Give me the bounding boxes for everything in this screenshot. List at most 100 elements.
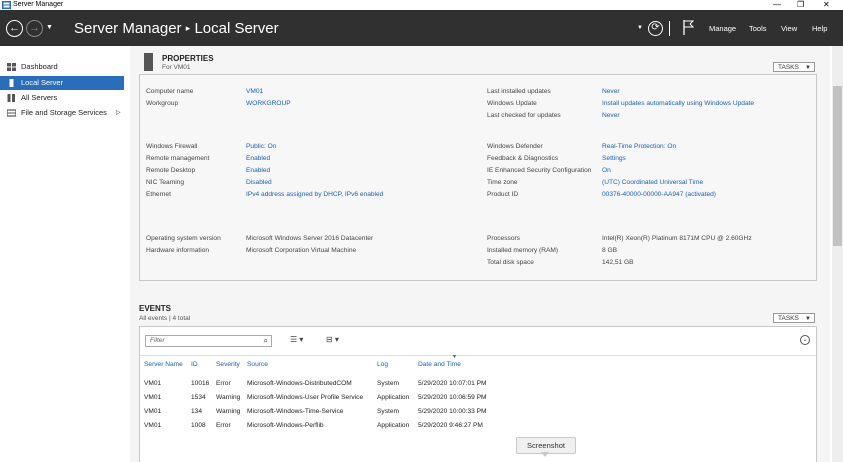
property-value[interactable]: On [602,167,611,174]
table-cell: 134 [191,408,203,415]
column-header[interactable]: Server Name [144,361,183,368]
events-filter-input[interactable]: Filter ⌕ [145,335,272,347]
property-value[interactable]: 00376-40000-00000-AA947 (activated) [602,191,716,198]
property-value[interactable]: Never [602,88,620,95]
column-header[interactable]: Log [377,361,388,368]
servers-icon [7,94,15,102]
property-label: NIC Teaming [146,179,184,186]
property-value[interactable]: Disabled [246,179,272,186]
table-row[interactable]: VM01 1008 Error Microsoft-Windows-Perflib Ap… [140,420,500,432]
column-header[interactable]: Date and Time [418,361,461,368]
property-value[interactable]: Public: On [246,143,276,150]
sidebar-item-label: File and Storage Services [21,108,107,117]
property-label: Windows Defender [487,143,543,150]
table-cell: 5/29/2020 10:00:33 PM [418,408,487,415]
property-value[interactable]: Settings [602,155,626,162]
tasks-label: TASKS [778,315,799,322]
close-button[interactable]: ✕ [823,0,830,10]
table-row[interactable]: VM01 1534 Warning Microsoft-Windows-User Pr… [140,392,500,404]
property-label: Product ID [487,191,519,198]
chevron-down-icon: ▼ [805,316,811,322]
app-header: ← → ▼ Server Manager ▸ Local Server ▼ ⟳ … [0,10,843,46]
property-label: Computer name [146,88,194,95]
refresh-button[interactable]: ⟳ [648,21,663,36]
property-label: Workgroup [146,100,179,107]
main-content: PROPERTIES For VM01 TASKS ▼ Computer name… [130,46,830,462]
filter-options-button[interactable]: ☰ ▾ [290,335,303,344]
save-query-icon: ⊟ ▾ [326,335,339,344]
property-value[interactable]: Real-Time Protection: On [602,143,676,150]
sidebar-item-label: All Servers [21,93,58,102]
table-cell: 10016 [191,380,210,387]
menu-tools[interactable]: Tools [749,24,767,33]
property-label: Last installed updates [487,88,551,95]
table-cell: VM01 [144,394,162,401]
property-value: 142,51 GB [602,259,634,266]
table-cell: 1008 [191,422,206,429]
table-cell: VM01 [144,408,162,415]
filter-placeholder: Filter [150,337,165,344]
menu-view[interactable]: View [781,24,797,33]
breadcrumb-separator-icon: ▸ [185,23,191,33]
property-value[interactable]: (UTC) Coordinated Universal Time [602,179,703,186]
property-value: Microsoft Windows Server 2016 Datacenter [246,235,374,242]
column-header[interactable]: Source [247,361,268,368]
scrollbar-thumb[interactable] [833,86,842,246]
table-cell: Error [216,380,231,387]
property-label: Windows Update [487,100,537,107]
menu-help[interactable]: Help [812,24,827,33]
sidebar-item-dashboard[interactable]: Dashboard [0,60,124,74]
property-label: Processors [487,235,520,242]
sidebar-item-all-servers[interactable]: All Servers [0,91,124,105]
breadcrumb-root[interactable]: Server Manager [74,20,182,37]
vertical-scrollbar[interactable] [832,46,843,462]
column-header[interactable]: ID [191,361,198,368]
sidebar-item-file-storage[interactable]: File and Storage Services ▷ [0,106,124,120]
history-dropdown-icon[interactable]: ▼ [46,24,53,31]
property-label: Installed memory (RAM) [487,247,559,254]
minimize-button[interactable]: — [773,0,781,10]
property-value[interactable]: Install updates automatically using Wind… [602,100,754,107]
table-row[interactable]: VM01 134 Warning Microsoft-Windows-Time-Ser… [140,406,500,418]
properties-title: PROPERTIES [162,54,214,63]
property-label: Windows Firewall [146,143,198,150]
maximize-button[interactable]: ❐ [797,0,804,10]
table-row[interactable]: VM01 10016 Error Microsoft-Windows-Distribu… [140,378,500,390]
property-label: Last checked for updates [487,112,561,119]
refresh-icon: ⟳ [651,22,660,33]
property-value[interactable]: Enabled [246,167,270,174]
property-value[interactable]: IPv4 address assigned by DHCP, IPv6 enab… [246,191,383,198]
table-cell: Application [377,422,410,429]
collapse-button[interactable]: ⌄ [800,335,810,345]
property-value[interactable]: Enabled [246,155,270,162]
table-cell: Microsoft-Windows-DistributedCOM [247,380,352,387]
table-cell: Error [216,422,231,429]
properties-tasks-button[interactable]: TASKS ▼ [773,62,815,72]
sidebar-item-label: Dashboard [21,62,58,71]
forward-button[interactable]: → [26,20,43,37]
back-button[interactable]: ← [6,20,23,37]
property-value[interactable]: WORKGROUP [246,100,291,107]
property-label: Feedback & Diagnostics [487,155,559,162]
property-label: Hardware information [146,247,210,254]
notifications-flag-icon[interactable] [682,19,694,35]
properties-panel: Computer name VM01 Workgroup WORKGROUP Windo… [139,74,817,281]
table-cell: System [377,380,399,387]
save-query-button[interactable]: ⊟ ▾ [326,335,339,344]
properties-section-icon [144,53,153,71]
property-label: Total disk space [487,259,534,266]
sidebar-item-label: Local Server [21,78,64,87]
property-label: Remote management [146,155,210,162]
search-icon: ⌕ [263,336,268,345]
property-value[interactable]: Never [602,112,620,119]
property-value[interactable]: VM01 [246,88,263,95]
table-cell: Microsoft-Windows-Perflib [247,422,324,429]
sidebar-item-local-server[interactable]: Local Server [0,76,124,90]
menu-manage[interactable]: Manage [709,24,736,33]
refresh-dropdown-icon[interactable]: ▼ [637,25,643,31]
property-label: Ethernet [146,191,171,198]
events-tasks-button[interactable]: TASKS ▼ [773,313,815,323]
window-title-bar: Server Manager — ❐ ✕ [0,0,843,10]
sidebar: Dashboard Local Server All Servers File … [0,46,128,462]
column-header[interactable]: Severity [216,361,240,368]
